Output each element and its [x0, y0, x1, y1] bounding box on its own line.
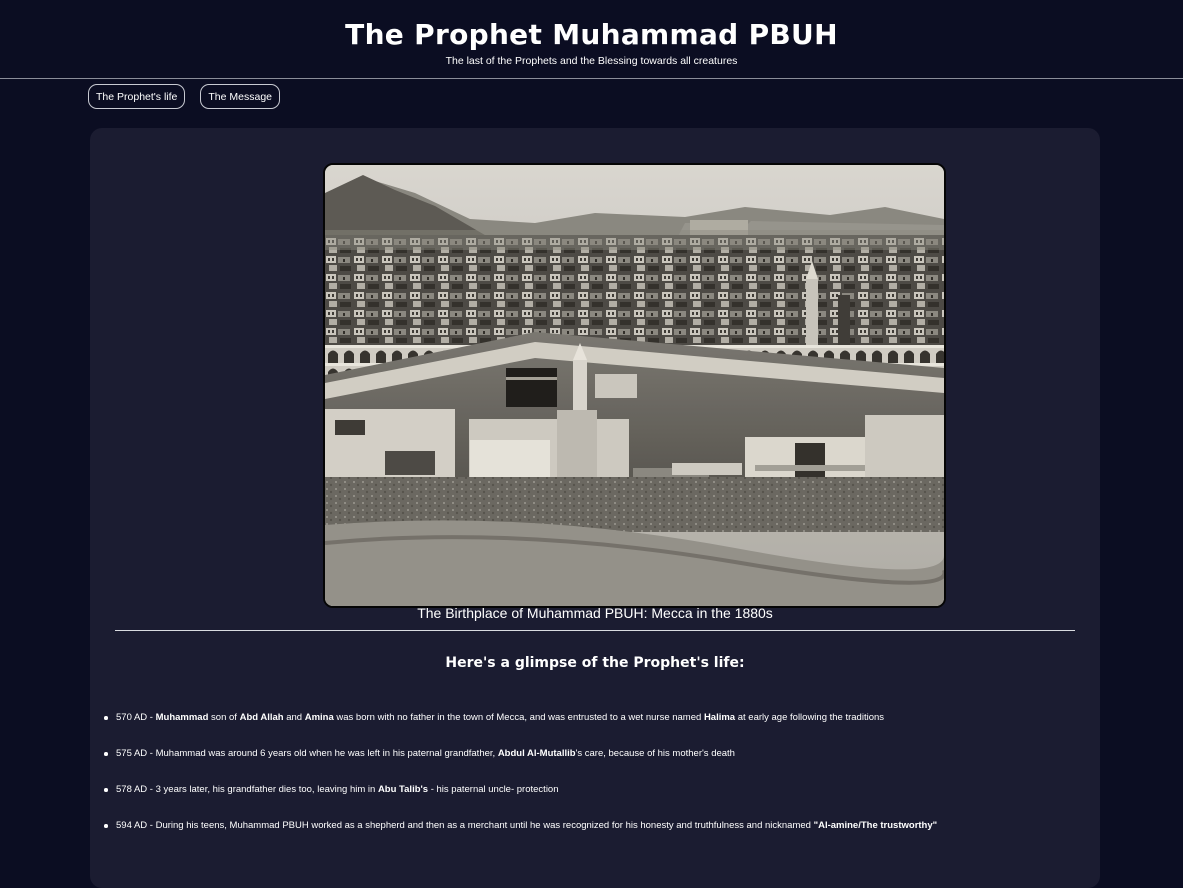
- content-card: The Birthplace of Muhammad PBUH: Mecca i…: [90, 128, 1100, 888]
- section-divider: [115, 630, 1075, 631]
- prophet-life-timeline: 570 AD - Muhammad son of Abd Allah and A…: [103, 712, 1083, 856]
- timeline-item: 578 AD - 3 years later, his grandfather …: [103, 784, 1083, 820]
- main-navigation: The Prophet's life The Message: [88, 84, 281, 109]
- timeline-heading: Here's a glimpse of the Prophet's life:: [445, 655, 745, 671]
- timeline-item: 594 AD - During his teens, Muhammad PBUH…: [103, 820, 1083, 856]
- site-tagline: The last of the Prophets and the Blessin…: [445, 55, 738, 67]
- nav-prophets-life-button[interactable]: The Prophet's life: [88, 84, 186, 109]
- site-title: The Prophet Muhammad PBUH: [345, 18, 838, 51]
- nav-message-button[interactable]: The Message: [200, 84, 281, 109]
- mecca-photo-illustration: [325, 165, 944, 606]
- site-header: The Prophet Muhammad PBUH The last of th…: [0, 0, 1183, 79]
- mecca-historical-photo: [323, 163, 946, 608]
- photo-caption: The Birthplace of Muhammad PBUH: Mecca i…: [417, 605, 773, 621]
- timeline-item: 575 AD - Muhammad was around 6 years old…: [103, 748, 1083, 784]
- timeline-item: 570 AD - Muhammad son of Abd Allah and A…: [103, 712, 1083, 748]
